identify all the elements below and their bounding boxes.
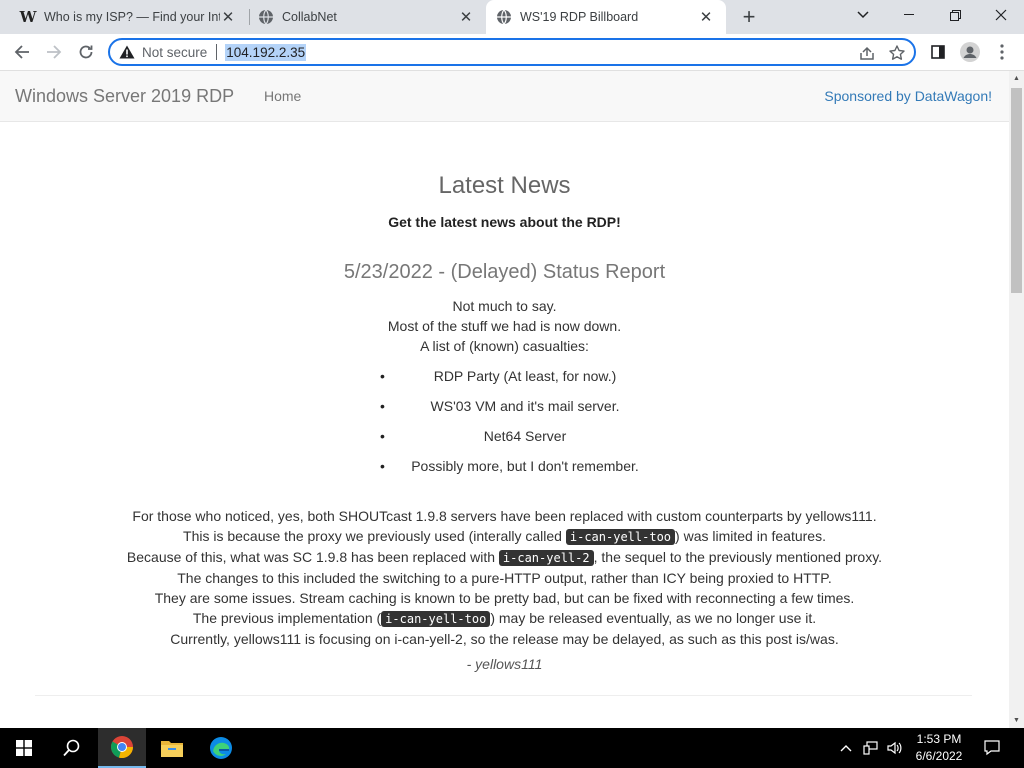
casualties-list: • RDP Party (At least, for now.) • WS'03 V… <box>380 366 670 486</box>
page-viewport: Windows Server 2019 RDP Home Sponsored b… <box>0 71 1024 728</box>
list-item: • RDP Party (At least, for now.) <box>380 366 670 396</box>
tab-title: Who is my ISP? — Find your Inte <box>44 10 220 24</box>
list-item: • WS'03 VM and it's mail server. <box>380 396 670 426</box>
code-snippet: i-can-yell-2 <box>498 550 594 566</box>
body-line: The previous implementation (i-can-yell-… <box>0 608 1009 629</box>
restore-icon[interactable] <box>932 0 978 30</box>
close-tab-icon[interactable]: ✕ <box>458 9 474 26</box>
new-tab-button[interactable]: + <box>736 4 762 30</box>
bookmark-star-icon[interactable] <box>888 44 906 62</box>
body-text: This is because the proxy we previously … <box>183 528 566 544</box>
divider <box>35 695 972 696</box>
intro-line: Most of the stuff we had is now down. <box>387 318 622 334</box>
post-title: 5/23/2022 - (Delayed) Status Report <box>343 261 666 283</box>
edge-icon[interactable] <box>197 728 245 768</box>
network-icon[interactable] <box>860 728 882 768</box>
notification-icon[interactable] <box>976 728 1008 768</box>
body-line: The changes to this included the switchi… <box>177 570 832 586</box>
list-item: • Net64 Server <box>380 426 670 456</box>
sponsor-text: Sponsored by DataWagon! <box>824 88 992 104</box>
code-snippet: i-can-yell-too <box>565 529 676 545</box>
body-text: ) was limited in features. <box>675 528 826 544</box>
share-icon[interactable] <box>858 44 876 62</box>
clock-time: 1:53 PM <box>916 732 962 746</box>
bullet-icon: • <box>380 458 385 474</box>
body-text: The previous implementation ( <box>192 610 382 626</box>
tab-title: CollabNet <box>282 10 337 24</box>
nav-home-link[interactable]: Home <box>264 88 301 104</box>
chrome-icon[interactable] <box>98 728 146 768</box>
clock-date: 6/6/2022 <box>915 749 963 763</box>
site-brand[interactable]: Windows Server 2019 RDP <box>15 86 234 107</box>
page-scrollbar[interactable]: ▲ ▼ <box>1009 71 1024 728</box>
volume-icon[interactable] <box>884 728 906 768</box>
body-line: Because of this, what was SC 1.9.8 has b… <box>0 547 1009 568</box>
sponsor-prefix: Sponsored by <box>824 88 915 104</box>
list-item-text: WS'03 VM and it's mail server. <box>430 398 620 414</box>
windows-start-icon[interactable] <box>0 728 48 768</box>
search-icon[interactable] <box>48 728 96 768</box>
site-navbar: Windows Server 2019 RDP Home Sponsored b… <box>0 71 1009 122</box>
reload-icon[interactable] <box>72 38 100 66</box>
intro-line: Not much to say. <box>452 298 557 314</box>
body-text: Because of this, what was SC 1.9.8 has b… <box>126 549 499 565</box>
tab-search-icon[interactable] <box>840 0 886 30</box>
url-text[interactable]: 104.192.2.35 <box>225 43 307 61</box>
page-title: Latest News <box>438 172 571 199</box>
minimize-icon[interactable] <box>886 0 932 30</box>
bullet-icon: • <box>380 398 385 414</box>
body-text: ) may be released eventually, as we no l… <box>490 610 817 626</box>
body-line: For those who noticed, yes, both SHOUTca… <box>132 508 877 524</box>
tab-title: WS'19 RDP Billboard <box>520 10 639 24</box>
code-snippet: i-can-yell-too <box>381 611 491 627</box>
warning-icon[interactable] <box>118 43 136 61</box>
scroll-up-arrow-icon[interactable]: ▲ <box>1009 71 1024 86</box>
side-panel-icon[interactable] <box>924 38 952 66</box>
bullet-icon: • <box>380 368 385 384</box>
intro-line: A list of (known) casualties: <box>420 338 589 354</box>
close-tab-icon[interactable]: ✕ <box>220 9 236 26</box>
forward-arrow-icon[interactable] <box>40 38 68 66</box>
security-status[interactable]: Not secure <box>142 45 207 60</box>
omnibox-divider <box>216 44 218 60</box>
w-favicon-icon: W <box>19 8 37 26</box>
tab-strip: W Who is my ISP? — Find your Inte ✕ Coll… <box>0 0 1024 34</box>
scrollbar-thumb[interactable] <box>1011 88 1022 293</box>
list-item-text: Possibly more, but I don't remember. <box>411 458 639 474</box>
scroll-down-arrow-icon[interactable]: ▼ <box>1009 713 1024 728</box>
tab-collabnet[interactable]: CollabNet ✕ <box>250 0 486 34</box>
globe-icon <box>496 9 512 25</box>
body-line: This is because the proxy we previously … <box>0 526 1009 547</box>
windows-taskbar: 1:53 PM 6/6/2022 <box>0 728 1024 768</box>
globe-icon <box>258 9 274 25</box>
body-line: Currently, yellows111 is focusing on i-c… <box>170 631 839 647</box>
address-bar[interactable]: Not secure 104.192.2.35 <box>108 38 916 66</box>
tab-whoismyisp[interactable]: W Who is my ISP? — Find your Inte ✕ <box>12 0 248 34</box>
file-explorer-icon[interactable] <box>148 728 196 768</box>
more-menu-icon[interactable] <box>988 38 1016 66</box>
list-item: • Possibly more, but I don't remember. <box>380 456 670 486</box>
close-tab-icon[interactable]: ✕ <box>698 9 714 26</box>
list-item-text: Net64 Server <box>483 428 567 444</box>
list-item-text: RDP Party (At least, for now.) <box>433 368 617 384</box>
sponsor-suffix: ! <box>988 88 992 104</box>
browser-toolbar: Not secure 104.192.2.35 <box>0 34 1024 71</box>
body-text: , the sequel to the previously mentioned… <box>593 549 883 565</box>
close-window-icon[interactable] <box>978 0 1024 30</box>
chevron-up-icon[interactable] <box>836 728 856 768</box>
back-arrow-icon[interactable] <box>8 38 36 66</box>
tab-ws19-billboard[interactable]: WS'19 RDP Billboard ✕ <box>486 0 726 34</box>
post-body: For those who noticed, yes, both SHOUTca… <box>0 506 1009 649</box>
sponsor-link[interactable]: DataWagon <box>915 88 988 104</box>
bullet-icon: • <box>380 428 385 444</box>
post-intro: Not much to say. Most of the stuff we ha… <box>0 296 1009 356</box>
body-line: They are some issues. Stream caching is … <box>154 590 855 606</box>
profile-avatar-icon[interactable] <box>956 38 984 66</box>
system-clock[interactable]: 1:53 PM 6/6/2022 <box>908 731 970 765</box>
page-subtitle: Get the latest news about the RDP! <box>388 214 621 230</box>
post-signature: - yellows111 <box>466 656 543 672</box>
